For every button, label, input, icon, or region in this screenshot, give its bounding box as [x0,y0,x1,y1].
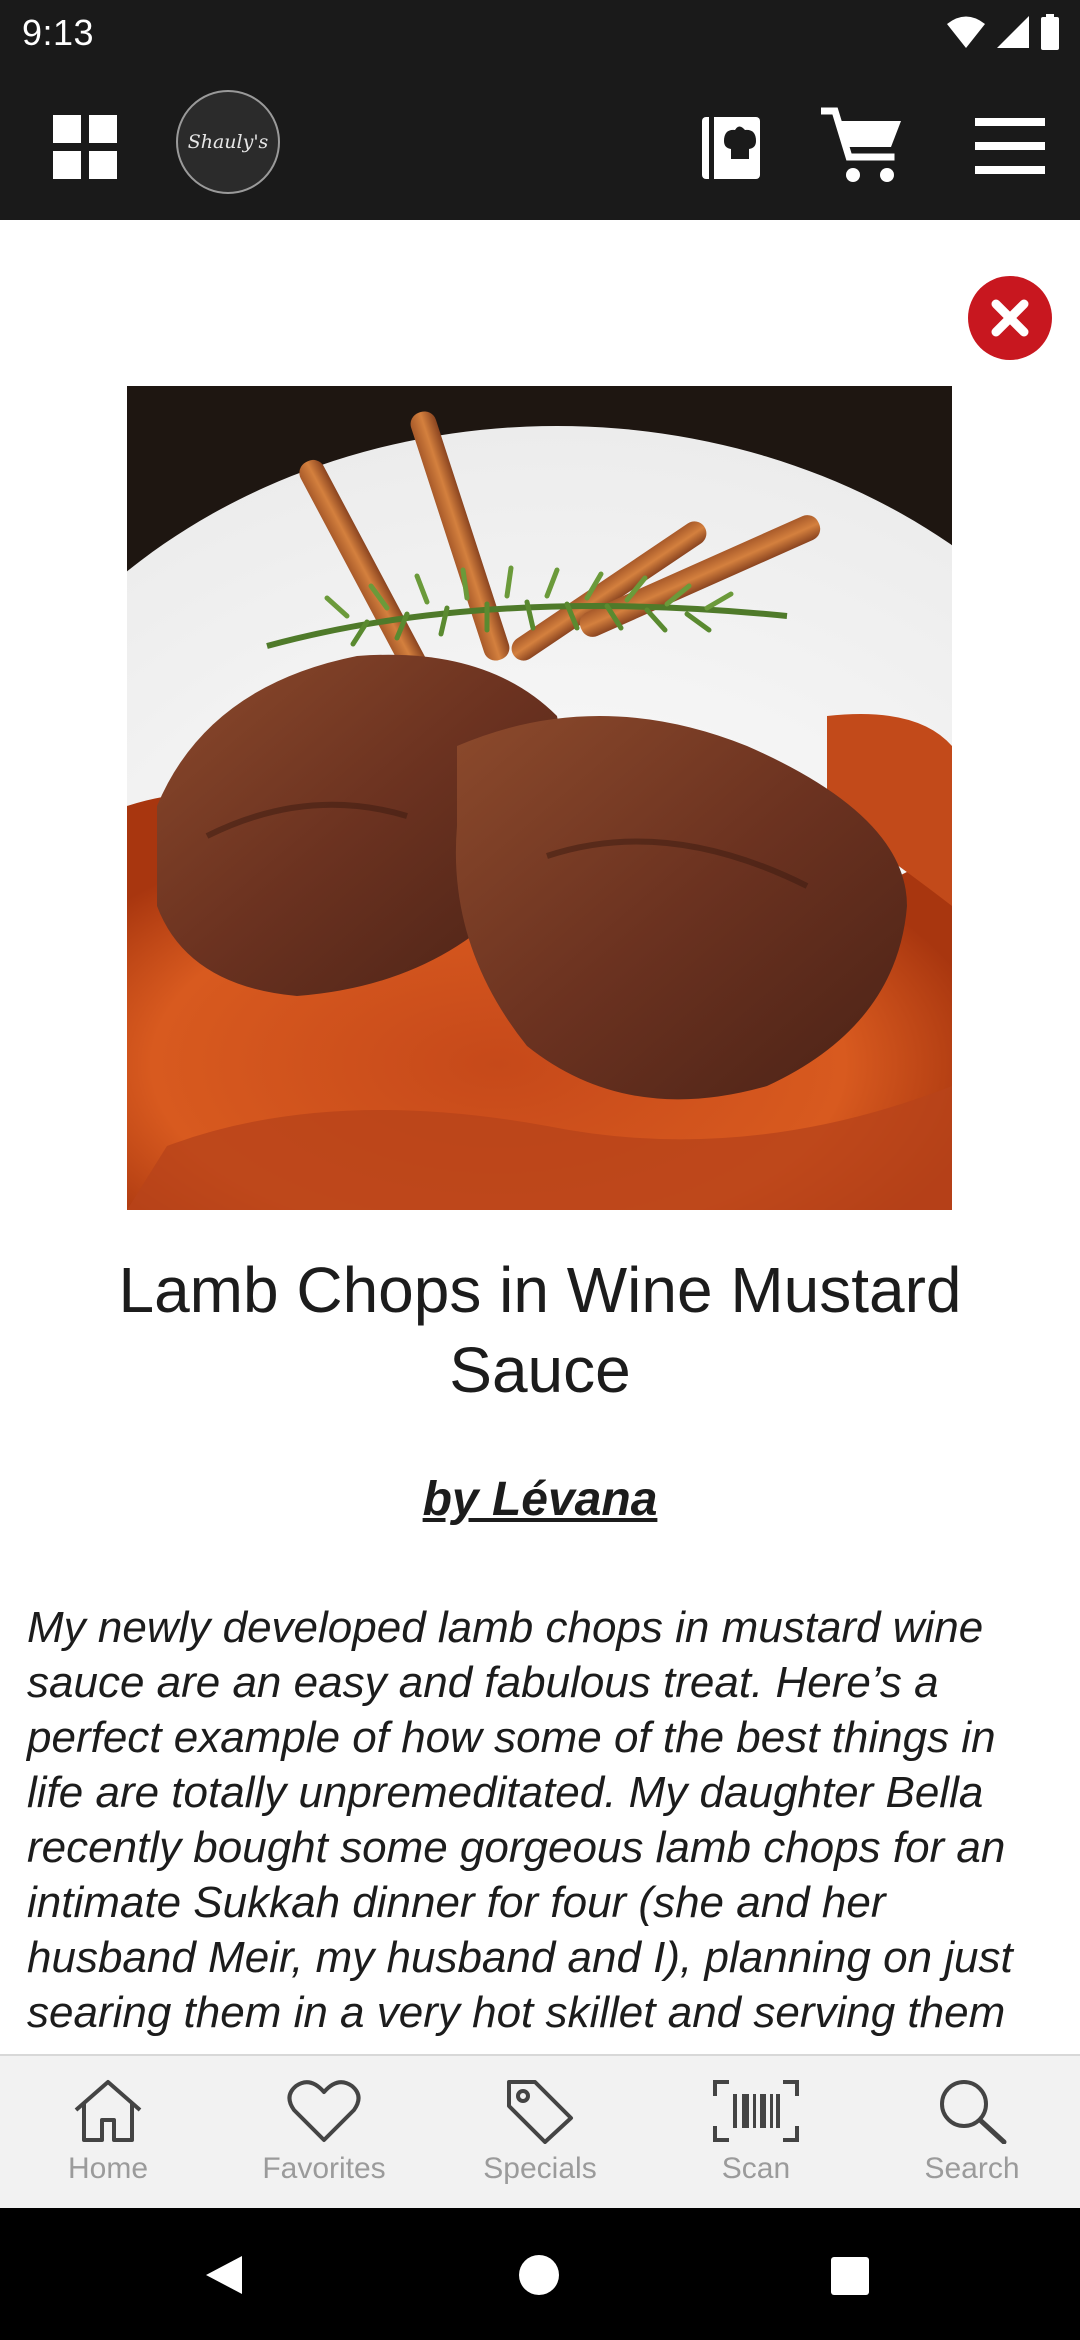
heart-icon [287,2080,361,2142]
cart-button[interactable] [818,100,908,194]
recipe-book-button[interactable] [690,102,772,192]
close-icon [991,299,1029,337]
lamb-chops-image [127,386,952,1210]
recents-icon[interactable] [830,2256,870,2296]
nav-home-label: Home [67,2152,149,2185]
grid-menu-button[interactable] [40,102,130,192]
home-circle-icon[interactable] [518,2254,560,2296]
nav-search[interactable]: Search [864,2056,1080,2208]
nav-specials-label: Specials [483,2152,597,2185]
cart-icon [821,107,901,182]
status-bar: 9:13 [0,0,1080,66]
nav-specials[interactable]: Specials [432,2056,648,2208]
nav-home[interactable]: Home [0,2056,216,2208]
search-icon [940,2080,1007,2144]
hamburger-menu-icon [975,118,1045,174]
tag-icon [507,2080,573,2144]
nav-favorites-label: Favorites [262,2152,386,2185]
nav-search-label: Search [924,2152,1020,2185]
app-bar: Shauly's [0,66,1080,220]
recipe-title: Lamb Chops in Wine Mustard Sauce [118,1254,962,1406]
bottom-nav: Home Favorites Specials Scan Search [0,2054,1080,2208]
nav-scan[interactable]: Scan [648,2056,864,2208]
home-icon [74,2080,142,2142]
battery-icon [1041,14,1059,50]
barcode-scan-icon [713,2080,799,2142]
wifi-icon [947,16,985,48]
grid-menu-icon [53,115,117,179]
nav-scan-label: Scan [721,2152,791,2185]
recipe-photo [127,386,952,1210]
status-icons [946,14,1060,50]
recipe-detail: Lamb Chops in Wine Mustard Sauce by Léva… [0,220,1080,2054]
status-time: 9:13 [22,12,95,53]
hamburger-menu-button[interactable] [970,106,1050,186]
close-button[interactable] [968,276,1052,360]
logo-text: Shauly's [187,131,269,153]
recipe-book-icon [702,117,760,179]
nav-favorites[interactable]: Favorites [216,2056,432,2208]
recipe-description: My newly developed lamb chops in mustard… [27,1603,1013,2037]
store-logo[interactable]: Shauly's [176,90,280,194]
cell-signal-icon [997,16,1029,48]
system-nav-bar [0,2208,1080,2340]
recipe-author-link[interactable]: by Lévana [0,1472,1080,1527]
back-icon[interactable] [204,2254,244,2296]
